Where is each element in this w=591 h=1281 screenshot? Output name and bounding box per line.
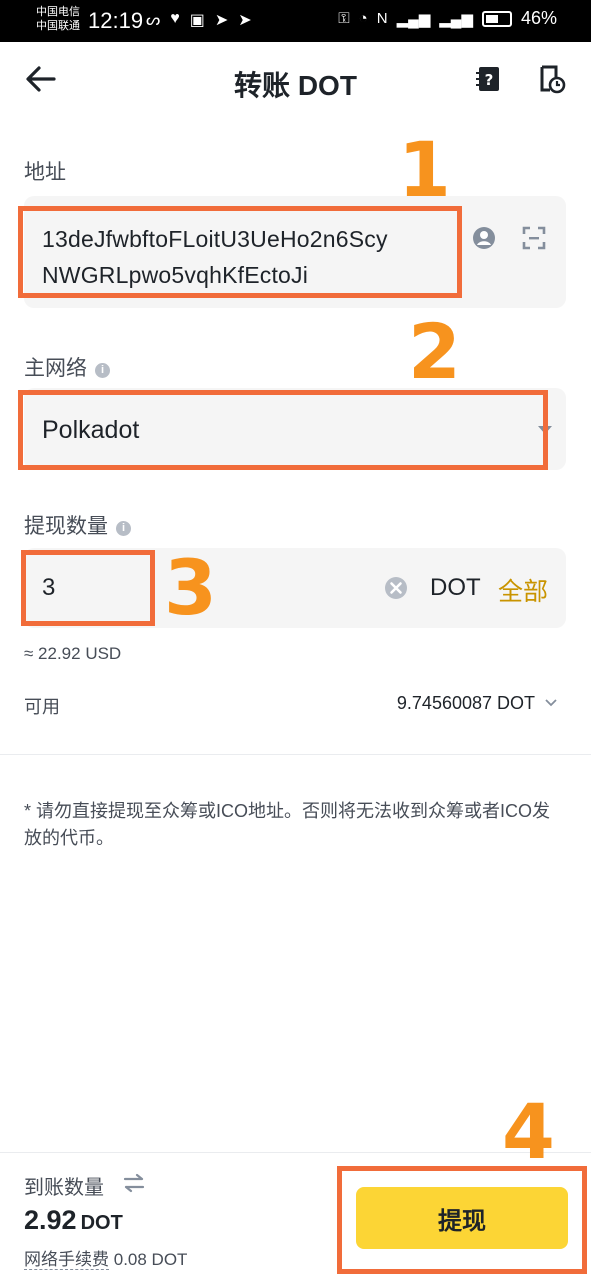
system-icons: ⚿ ◔ N ▂▄▆ ▂▄▆ 46%	[338, 8, 557, 29]
top-bar: 转账 DOT ?	[0, 42, 591, 118]
battery-percent: 46%	[520, 8, 557, 28]
receive-amount: 2.92 DOT	[24, 1205, 123, 1235]
svg-text:?: ?	[485, 71, 494, 89]
notification-icon: ♥	[170, 10, 180, 27]
speed-icon: ◔	[358, 10, 368, 27]
usd-estimate: ≈ 22.92 USD	[24, 644, 122, 663]
status-time: 12:19	[88, 8, 144, 33]
step-number-4: 4	[502, 1087, 555, 1176]
divider	[0, 754, 591, 755]
battery-icon	[481, 10, 512, 27]
address-label: 地址	[24, 161, 66, 184]
max-button[interactable]: 全部	[498, 572, 548, 608]
step-number-2: 2	[408, 307, 461, 396]
clear-icon[interactable]	[384, 576, 408, 600]
chevron-down-icon[interactable]	[545, 697, 557, 709]
ico-warning: * 请勿直接提现至众筹或ICO地址。否则将无法收到众筹或者ICO发放的代币。	[24, 801, 551, 848]
fee-value: 0.08 DOT	[113, 1250, 188, 1269]
available-label: 可用	[24, 697, 60, 717]
status-bar: 中国电信 中国联通 12:19 ᔕ ♥ ▣ ➤ ➤ ⚿ ◔ N ▂▄▆ ▂▄▆ …	[0, 0, 591, 42]
network-fee: 网络手续费 0.08 DOT	[24, 1245, 187, 1270]
signal-icon: ▂▄▆	[396, 10, 431, 28]
history-icon[interactable]	[536, 64, 566, 94]
signal-icon: ▂▄▆	[439, 10, 473, 28]
highlight-network	[18, 390, 548, 470]
available-value: 9.74560087 DOT	[396, 693, 535, 713]
address-book-icon[interactable]	[472, 226, 496, 250]
carrier-1: 中国电信	[36, 6, 80, 18]
carrier-info: 中国电信 中国联通	[36, 5, 80, 33]
faq-icon[interactable]: ?	[474, 64, 504, 94]
fee-label[interactable]: 网络手续费	[24, 1250, 109, 1270]
telegram-icon: ➤	[214, 12, 229, 29]
telegram-icon: ➤	[238, 12, 252, 29]
swap-icon[interactable]	[123, 1173, 145, 1193]
scan-icon[interactable]	[522, 226, 546, 250]
info-icon[interactable]: i	[95, 363, 110, 378]
network-label: 主网络 i	[24, 352, 110, 382]
step-number-1: 1	[398, 125, 451, 214]
receive-unit: DOT	[80, 1212, 123, 1234]
amount-unit: DOT	[430, 574, 481, 601]
key-icon: ⚿	[338, 10, 350, 27]
amount-label: 提现数量 i	[24, 510, 131, 540]
notification-icons: ᔕ ♥ ▣ ➤ ➤	[146, 10, 252, 30]
app-icon: ▣	[189, 12, 205, 29]
highlight-withdraw	[337, 1166, 587, 1274]
carrier-2: 中国联通	[36, 20, 80, 32]
notification-icon: ᔕ	[146, 12, 161, 29]
step-number-3: 3	[164, 543, 217, 632]
info-icon[interactable]: i	[116, 521, 131, 536]
receive-label: 到账数量	[24, 1177, 104, 1199]
highlight-amount	[21, 550, 155, 626]
nfc-icon: N	[376, 10, 388, 27]
highlight-address	[18, 206, 462, 298]
